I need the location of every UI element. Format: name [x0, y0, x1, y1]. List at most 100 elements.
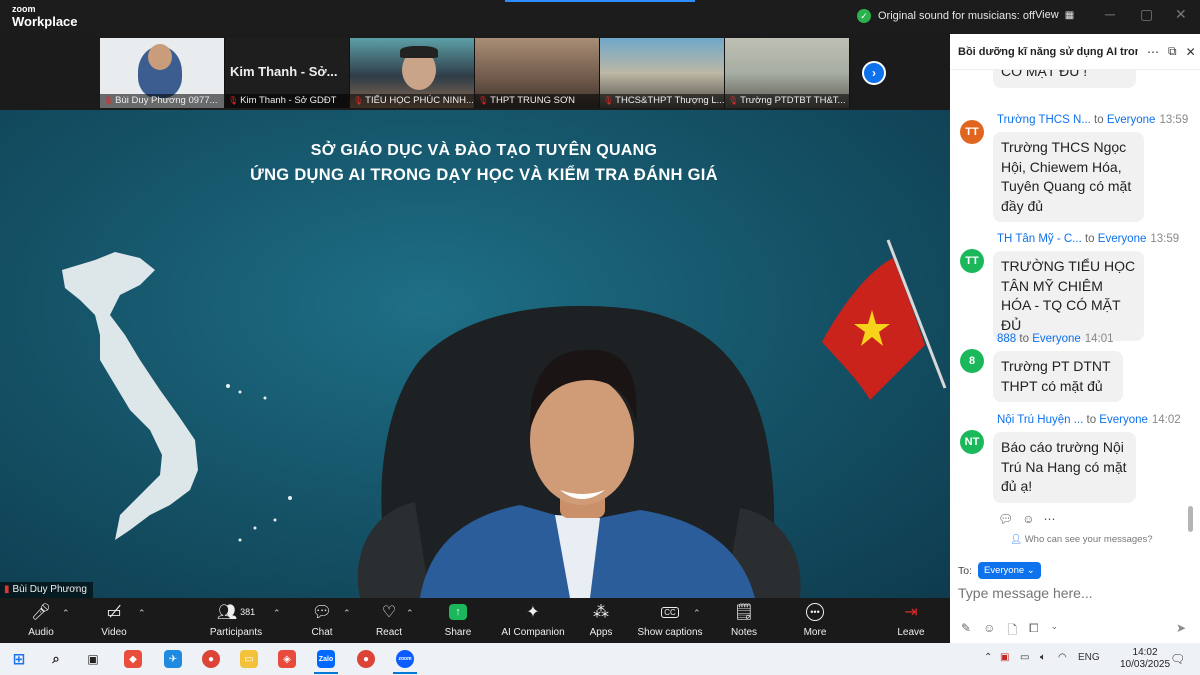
sender-name[interactable]: Trường THCS N... [997, 114, 1091, 126]
participants-button[interactable]: 👥︎ 381 Participants [205, 598, 267, 643]
participant-tile[interactable]: 🎙 Bùi Duy Phương 0977... [100, 38, 225, 108]
search-icon[interactable]: ⌕ [47, 650, 65, 668]
chat-options-caret-icon[interactable]: ⌃ [343, 608, 351, 619]
windows-start-icon[interactable]: ⊞ [10, 650, 28, 668]
minimize-icon[interactable]: ─ [1105, 6, 1115, 22]
message-bubble: Trường PT DTNT THPT có mặt đủ [993, 351, 1123, 402]
message-input[interactable] [958, 585, 1188, 601]
participant-tile[interactable]: 🎙 TIỂU HỌC PHÚC NINH... [350, 38, 475, 108]
show-captions-button[interactable]: CC Show captions [636, 598, 704, 643]
clock-date: 10/03/2025 [1120, 659, 1171, 670]
chevron-right-icon: › [872, 66, 876, 80]
apps-label: Apps [589, 627, 613, 638]
leave-button[interactable]: ⇥ Leave [890, 598, 932, 643]
notes-button[interactable]: 🗒︎ Notes [723, 598, 765, 643]
messenger-icon[interactable]: ✈ [164, 650, 182, 668]
audio-button[interactable]: 🎤︎ Audio [20, 598, 62, 643]
battery-icon[interactable]: ▭ [1020, 652, 1029, 663]
recipient-name: Everyone [1097, 233, 1147, 245]
avatar: NT [960, 430, 984, 454]
more-button[interactable]: ••• More [794, 598, 836, 643]
participant-name: THCS&THPT Thượng L... [615, 95, 724, 106]
participants-options-caret-icon[interactable]: ⌃ [273, 608, 281, 619]
pop-out-icon[interactable]: ⧉ [1168, 44, 1177, 59]
chat-title: Bồi dưỡng kĩ năng sử dụng AI tron... [958, 45, 1138, 58]
add-reaction-icon[interactable]: ☺ [1022, 512, 1034, 526]
active-speaker-name: ▮ Bùi Duy Phương [0, 582, 93, 598]
recipient-select[interactable]: Everyone ⌄ [978, 562, 1041, 579]
sender-name[interactable]: Nội Trú Huyện ... [997, 414, 1083, 426]
emoji-icon[interactable]: ☺ [983, 621, 995, 642]
chevron-up-icon[interactable]: ⌃ [984, 652, 992, 663]
participant-tile[interactable]: Kim Thanh - Sở... 🎙 Kim Thanh - Sở GDĐT [225, 38, 350, 108]
volume-icon[interactable]: 🔈︎ [1040, 652, 1046, 663]
zoom-app-icon[interactable]: zoom [396, 650, 414, 668]
original-sound-status[interactable]: ✓ Original sound for musicians: off [857, 9, 1035, 23]
task-view-icon[interactable]: ▣ [84, 650, 102, 668]
chevron-down-icon[interactable]: ⌄ [1051, 621, 1059, 642]
reply-icon[interactable]: 💬︎ [998, 512, 1013, 526]
active-speaker-indicator [505, 0, 695, 2]
react-options-caret-icon[interactable]: ⌃ [406, 608, 414, 619]
recipient-name: Everyone [1099, 414, 1148, 426]
zoom-title-bar: zoom Workplace ✓ Original sound for musi… [0, 0, 1200, 34]
antivirus-icon[interactable]: ▣ [1000, 652, 1009, 663]
participant-name: Bùi Duy Phương 0977... [115, 95, 218, 106]
ai-companion-button[interactable]: ✦ AI Companion [501, 598, 565, 643]
participants-icon: 👥︎ 381 [216, 604, 256, 621]
sender-name[interactable]: 888 [997, 333, 1016, 345]
close-window-icon[interactable]: ✕ [1175, 6, 1187, 23]
to-word: to [1019, 333, 1029, 345]
participant-display-name: Kim Thanh - Sở... [230, 64, 338, 79]
taskbar-clock[interactable]: 14:02 10/03/2025 [1120, 647, 1170, 671]
who-can-see-link[interactable]: 👤︎ Who can see your messages? [1010, 534, 1153, 545]
participant-tile[interactable]: 🎙 THPT TRUNG SƠN [475, 38, 600, 108]
notifications-icon[interactable]: 🗨︎ [1170, 652, 1185, 666]
message-bubble: Trường THCS Ngọc Hội, Chiewem Hóa, Tuyên… [993, 132, 1144, 222]
input-language[interactable]: ENG [1078, 652, 1100, 663]
maximize-icon[interactable]: ▢ [1140, 6, 1153, 23]
to-word: to [1084, 233, 1095, 245]
chat-button[interactable]: 💬︎ Chat [301, 598, 343, 643]
send-icon[interactable]: ➤ [1176, 621, 1186, 635]
shield-check-icon: ✓ [857, 9, 871, 23]
share-button[interactable]: ↑ Share [437, 598, 479, 643]
participants-label: Participants [209, 627, 263, 638]
leave-label: Leave [897, 627, 925, 638]
muted-mic-icon: 🎙 [228, 96, 239, 105]
participant-tile[interactable]: 🎙 Trường PTDTBT TH&T... [725, 38, 850, 108]
sender-name[interactable]: TH Tân Mỹ - C... [997, 233, 1082, 245]
file-explorer-icon[interactable]: ▭ [240, 650, 258, 668]
more-actions-icon[interactable]: ⋯ [1044, 512, 1056, 526]
participants-count: 381 [240, 607, 256, 617]
more-label: More [803, 627, 827, 638]
react-button[interactable]: ♡ React [368, 598, 410, 643]
apps-button[interactable]: ⁂ Apps [580, 598, 622, 643]
message-text: Trường PT DTNT THPT có mặt đủ [1001, 358, 1111, 394]
app-icon[interactable]: ◆ [124, 650, 142, 668]
anydesk-icon[interactable]: ◈ [278, 650, 296, 668]
video-options-caret-icon[interactable]: ⌃ [138, 608, 146, 619]
zalo-icon[interactable]: Zalo [317, 650, 335, 668]
logo-brand-name: Workplace [12, 14, 78, 29]
background-art [62, 239, 947, 598]
captions-options-caret-icon[interactable]: ⌃ [693, 608, 701, 619]
avatar: 8 [960, 349, 984, 373]
message-time: 13:59 [1150, 233, 1180, 245]
muted-mic-icon: 🎙 [603, 96, 614, 105]
more-options-icon[interactable]: ⋯ [1147, 45, 1159, 59]
audio-options-caret-icon[interactable]: ⌃ [62, 608, 70, 619]
close-chat-icon[interactable]: ✕ [1186, 45, 1196, 59]
file-icon[interactable]: 🗋 [1007, 621, 1017, 642]
chat-scrollbar[interactable] [1188, 506, 1193, 532]
chrome-icon[interactable]: ● [202, 650, 220, 668]
chrome-icon[interactable]: ● [357, 650, 375, 668]
gallery-next-button[interactable]: › [862, 61, 886, 85]
screenshot-icon[interactable]: ⧠ [1029, 621, 1039, 642]
view-button[interactable]: View ▦ [1035, 9, 1074, 21]
participant-tile[interactable]: 🎙 THCS&THPT Thượng L... [600, 38, 725, 108]
format-icon[interactable]: ✎ [961, 621, 971, 642]
wifi-icon[interactable]: ◠ [1058, 652, 1067, 663]
participant-gallery-strip: 🎙 Bùi Duy Phương 0977... Kim Thanh - Sở..… [100, 38, 850, 108]
video-button[interactable]: ▭̸ Video [93, 598, 135, 643]
